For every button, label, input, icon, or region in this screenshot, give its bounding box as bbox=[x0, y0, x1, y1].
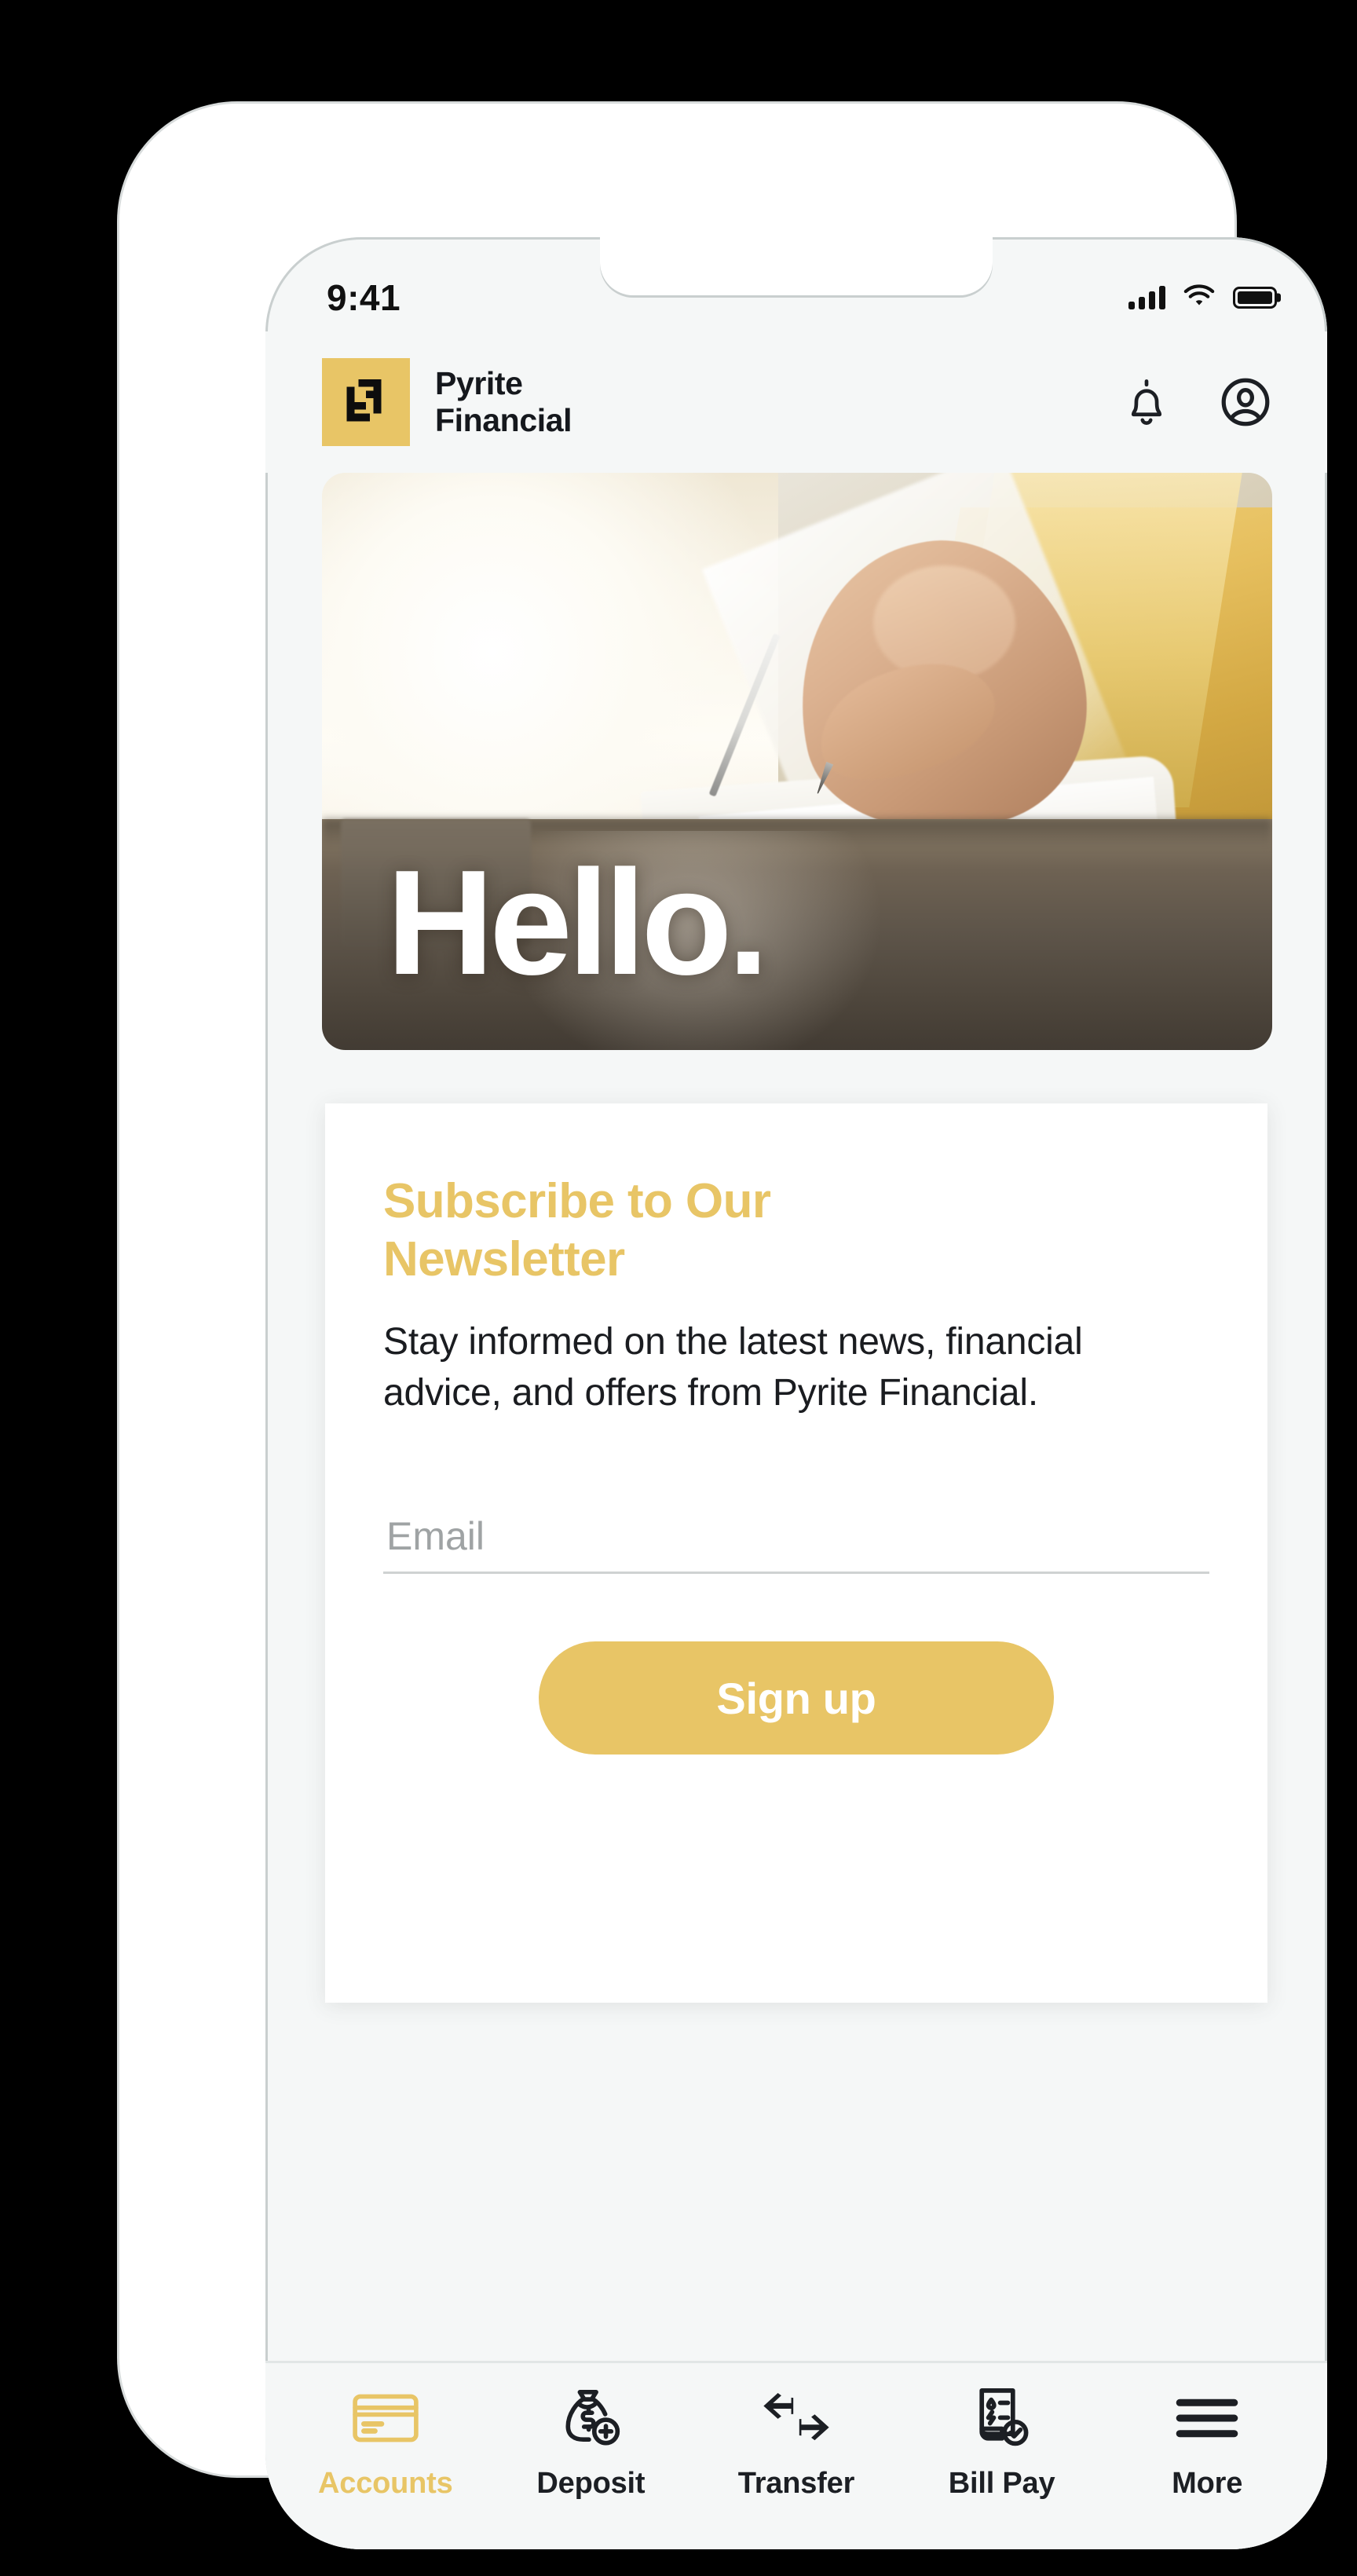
signup-button[interactable]: Sign up bbox=[539, 1641, 1054, 1755]
app-header: Pyrite Financial bbox=[265, 331, 1327, 473]
newsletter-title: Subscribe to Our Newsletter bbox=[383, 1174, 771, 1287]
bottom-navigation: Accounts Deposit Transfer Bill Pay More bbox=[265, 2361, 1327, 2549]
money-bag-plus-icon bbox=[560, 2385, 621, 2451]
invoice-check-icon bbox=[974, 2385, 1030, 2451]
pyrite-logo-icon bbox=[322, 358, 410, 446]
nav-label-transfer: Transfer bbox=[737, 2467, 855, 2500]
nav-item-accounts[interactable]: Accounts bbox=[305, 2385, 466, 2501]
nav-label-bill-pay: Bill Pay bbox=[948, 2467, 1055, 2500]
nav-label-more: More bbox=[1172, 2467, 1243, 2500]
bell-icon[interactable] bbox=[1117, 372, 1176, 432]
nav-item-more[interactable]: More bbox=[1127, 2385, 1287, 2501]
nav-label-deposit: Deposit bbox=[536, 2467, 646, 2500]
transfer-arrows-icon bbox=[762, 2385, 831, 2451]
status-bar-time: 9:41 bbox=[327, 277, 401, 318]
brand[interactable]: Pyrite Financial bbox=[322, 358, 572, 446]
credit-card-icon bbox=[352, 2385, 419, 2451]
screenshot-root: 9:41 Pyrite Financial Hello. Subscribe t… bbox=[0, 0, 1357, 2576]
user-circle-icon[interactable] bbox=[1216, 372, 1275, 432]
nav-item-bill-pay[interactable]: Bill Pay bbox=[922, 2385, 1082, 2501]
hero-banner[interactable]: Hello. bbox=[322, 473, 1272, 1050]
header-actions bbox=[1117, 372, 1275, 432]
phone-screen: 9:41 Pyrite Financial Hello. Subscribe t… bbox=[265, 237, 1327, 2549]
nav-label-accounts: Accounts bbox=[318, 2467, 453, 2500]
phone-frame: 9:41 Pyrite Financial Hello. Subscribe t… bbox=[119, 104, 1327, 2549]
brand-name: Pyrite Financial bbox=[435, 365, 572, 438]
nav-item-transfer[interactable]: Transfer bbox=[716, 2385, 876, 2501]
wifi-icon bbox=[1183, 284, 1216, 313]
status-bar-icons bbox=[1128, 284, 1277, 313]
hamburger-menu-icon bbox=[1174, 2385, 1240, 2451]
newsletter-body: Stay informed on the latest news, financ… bbox=[383, 1320, 1083, 1414]
hero-title: Hello. bbox=[386, 840, 769, 1007]
newsletter-card: Subscribe to Our Newsletter Stay informe… bbox=[325, 1103, 1267, 2003]
cellular-signal-icon bbox=[1128, 286, 1165, 309]
phone-notch bbox=[600, 237, 993, 295]
nav-item-deposit[interactable]: Deposit bbox=[510, 2385, 671, 2501]
battery-full-icon bbox=[1233, 287, 1277, 309]
email-input[interactable] bbox=[383, 1506, 1209, 1575]
